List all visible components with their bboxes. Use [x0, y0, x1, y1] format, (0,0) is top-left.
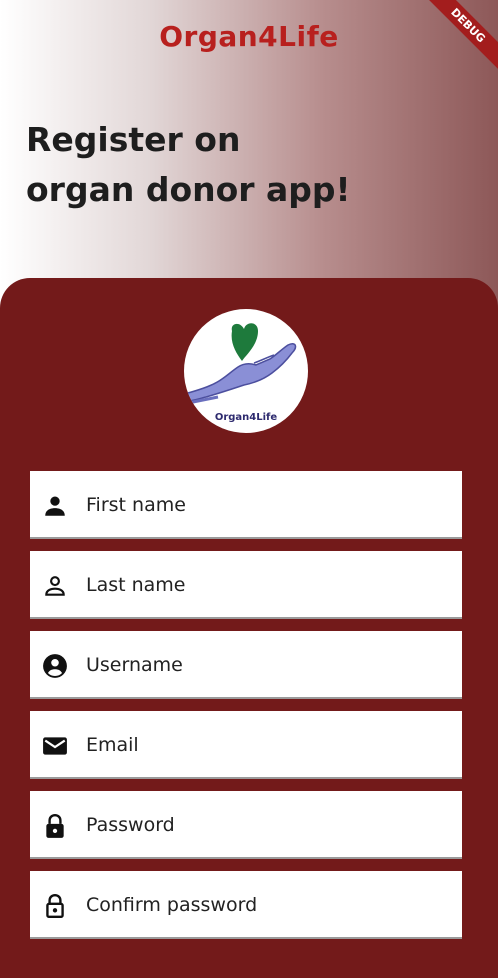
last-name-label: Last name: [86, 574, 186, 596]
mail-icon: [43, 737, 67, 755]
password-field[interactable]: Password: [30, 791, 462, 859]
lock-icon: [46, 813, 64, 838]
email-label: Email: [86, 734, 139, 756]
first-name-label: First name: [86, 494, 186, 516]
lock-outline-icon: [46, 893, 64, 919]
registration-panel: Organ4Life First name Last name Username: [0, 278, 498, 978]
first-name-field[interactable]: First name: [30, 471, 462, 539]
logo-label: Organ4Life: [214, 412, 278, 423]
password-label: Password: [86, 814, 175, 836]
person-outline-icon: [45, 576, 65, 596]
debug-label: DEBUG: [418, 0, 498, 75]
person-icon: [45, 496, 65, 516]
app-logo: Organ4Life: [184, 309, 308, 433]
confirm-password-field[interactable]: Confirm password: [30, 871, 462, 939]
confirm-password-label: Confirm password: [86, 894, 258, 916]
username-field[interactable]: Username: [30, 631, 462, 699]
email-field[interactable]: Email: [30, 711, 462, 779]
username-label: Username: [86, 654, 183, 676]
account-circle-icon: [43, 654, 67, 678]
last-name-field[interactable]: Last name: [30, 551, 462, 619]
page-headline: Register on organ donor app!: [26, 120, 351, 209]
debug-banner: DEBUG: [418, 0, 498, 80]
